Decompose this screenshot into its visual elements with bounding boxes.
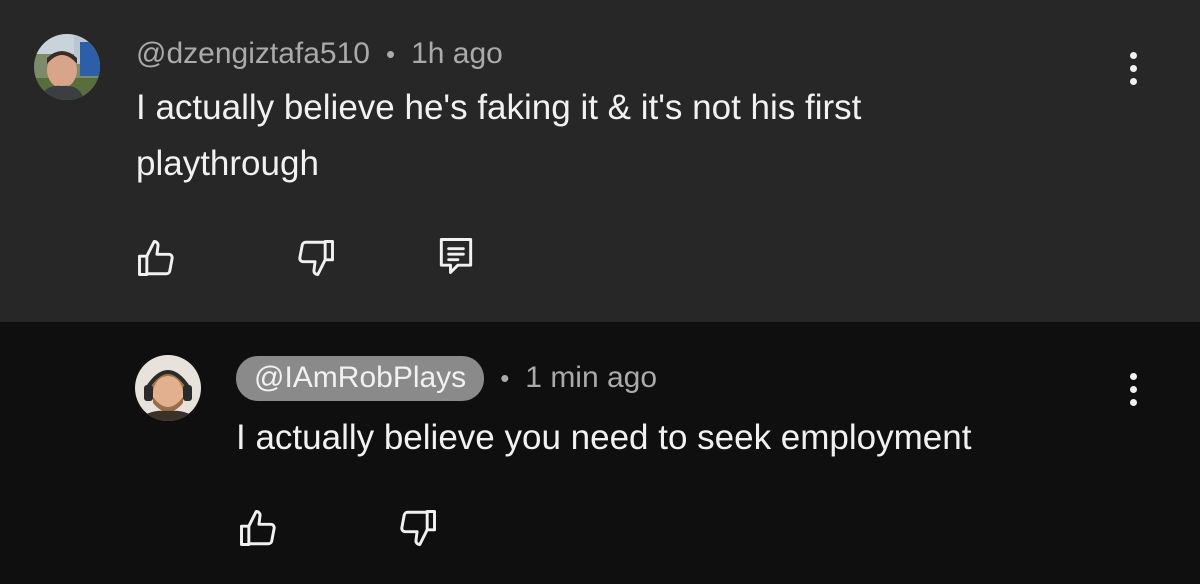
comment-text: I actually believe he's faking it & it's… (136, 88, 862, 183)
avatar[interactable] (135, 355, 201, 421)
comment-item: @dzengiztafa510 • 1h ago I actually beli… (0, 0, 1200, 322)
author-handle[interactable]: @dzengiztafa510 (136, 37, 370, 71)
comment-text: I actually believe you need to seek empl… (236, 418, 972, 457)
avatar[interactable] (34, 34, 100, 100)
author-handle-badge[interactable]: @IAmRobPlays (236, 355, 485, 401)
thumbs-down-icon[interactable] (394, 504, 442, 552)
comment-meta: @dzengiztafa510 • 1h ago (136, 34, 503, 74)
thumbs-up-icon[interactable] (234, 504, 282, 552)
timestamp[interactable]: 1 min ago (525, 361, 657, 395)
thumbs-up-icon[interactable] (132, 234, 180, 282)
thumbs-down-icon[interactable] (292, 234, 340, 282)
kebab-menu-icon[interactable] (1118, 364, 1148, 414)
reply-item: @IAmRobPlays • 1 min ago I actually beli… (0, 322, 1200, 584)
meta-separator: • (385, 38, 396, 69)
meta-separator: • (500, 362, 510, 393)
comment-meta: @IAmRobPlays • 1 min ago (236, 355, 657, 401)
timestamp[interactable]: 1h ago (411, 37, 503, 71)
kebab-menu-icon[interactable] (1118, 43, 1148, 93)
comment-reply-icon[interactable] (432, 232, 480, 280)
